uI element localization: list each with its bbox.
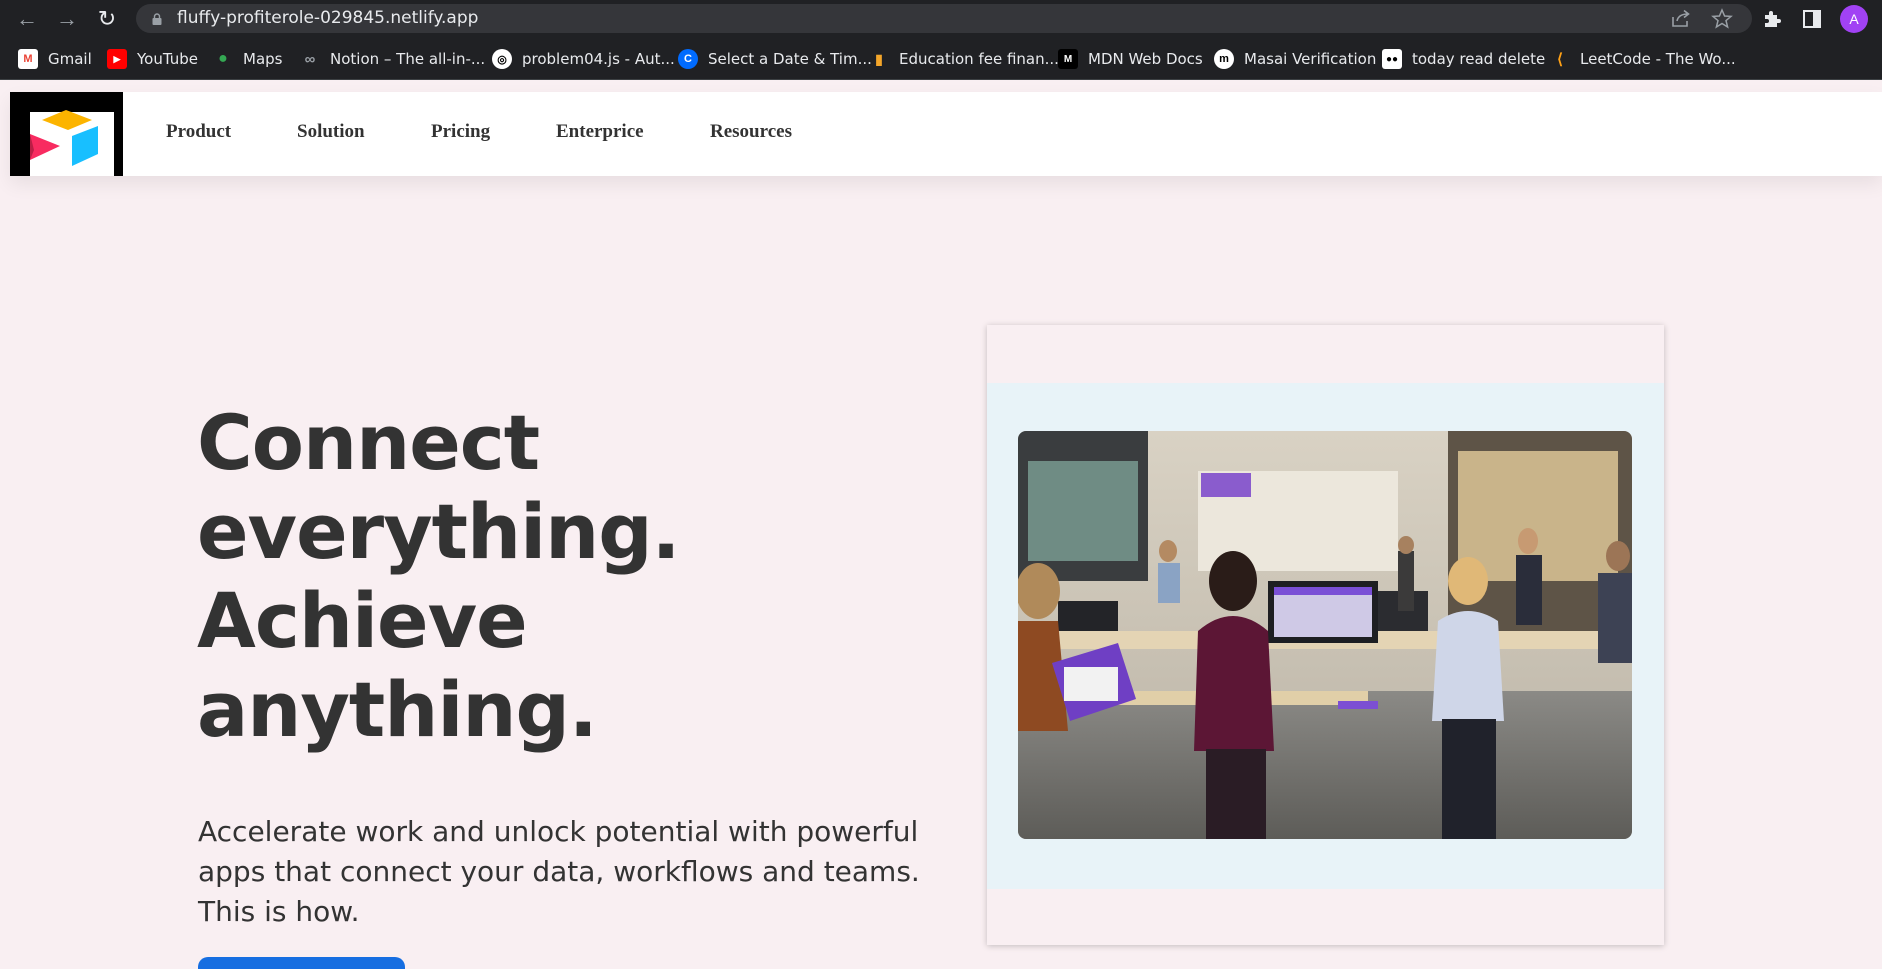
star-icon[interactable] — [1710, 7, 1734, 31]
nav-pricing[interactable]: Pricing — [431, 121, 490, 143]
bookmark-leetcode[interactable]: ⟨ LeetCode - The Wo... — [1550, 48, 1736, 70]
bookmark-today-read[interactable]: ●● today read delete — [1382, 48, 1545, 70]
side-panel-icon[interactable] — [1800, 7, 1824, 31]
hero-title: Connect everything. Achieve anything. — [197, 398, 717, 754]
site-header — [10, 92, 1882, 176]
hero-subtitle: Accelerate work and unlock potential wit… — [198, 815, 920, 928]
bookmark-maps[interactable]: ● Maps — [213, 48, 282, 70]
masai-icon: m — [1214, 49, 1234, 69]
profile-avatar[interactable]: A — [1840, 5, 1868, 33]
gmail-icon: M — [18, 49, 38, 69]
bookmark-mdn[interactable]: M MDN Web Docs — [1058, 48, 1203, 70]
share-icon[interactable] — [1669, 7, 1693, 31]
bookmark-problem04[interactable]: ◎ problem04.js - Aut... — [492, 48, 675, 70]
bookmark-notion[interactable]: ∞ Notion – The all-in-... — [300, 48, 486, 70]
puzzle-icon[interactable] — [1760, 7, 1784, 31]
bookmark-education-fee[interactable]: ▮ Education fee finan... — [869, 48, 1059, 70]
arrow-left-icon[interactable]: ← — [13, 5, 41, 33]
bookmark-gmail[interactable]: M Gmail — [18, 48, 92, 70]
link-icon: ∞ — [304, 50, 316, 68]
nav-solution[interactable]: Solution — [297, 121, 365, 143]
arrow-right-icon[interactable]: → — [53, 5, 81, 33]
nav-enterprice[interactable]: Enterprice — [556, 121, 644, 143]
mdn-icon: M — [1058, 49, 1078, 69]
nav-resources[interactable]: Resources — [710, 121, 792, 143]
office-team-photo — [1018, 431, 1632, 839]
calendly-icon: C — [678, 49, 698, 69]
reload-icon[interactable]: ↻ — [93, 5, 121, 33]
lock-icon — [152, 13, 162, 25]
finance-icon: ▮ — [875, 50, 883, 67]
bookmark-calendly[interactable]: C Select a Date & Tim... — [678, 48, 872, 70]
leetcode-icon: ⟨ — [1557, 51, 1563, 68]
maps-icon: ● — [218, 50, 228, 67]
hero-title-line: Connect — [197, 398, 540, 487]
airtable-logo-icon[interactable] — [10, 92, 123, 176]
hero-title-line: Achieve — [197, 576, 528, 665]
autograder-icon: ◎ — [492, 49, 512, 69]
hero-title-line: anything. — [197, 665, 598, 754]
nav-product[interactable]: Product — [166, 121, 231, 143]
bookmark-masai[interactable]: m Masai Verification — [1214, 48, 1376, 70]
bookmark-youtube[interactable]: ▶ YouTube — [107, 48, 198, 70]
medium-icon: ●● — [1382, 49, 1402, 69]
hero-title-line: everything. — [197, 487, 681, 576]
url-text[interactable]: fluffy-profiterole-029845.netlify.app — [177, 8, 478, 28]
cta-button[interactable] — [198, 957, 405, 969]
youtube-icon: ▶ — [107, 49, 127, 69]
